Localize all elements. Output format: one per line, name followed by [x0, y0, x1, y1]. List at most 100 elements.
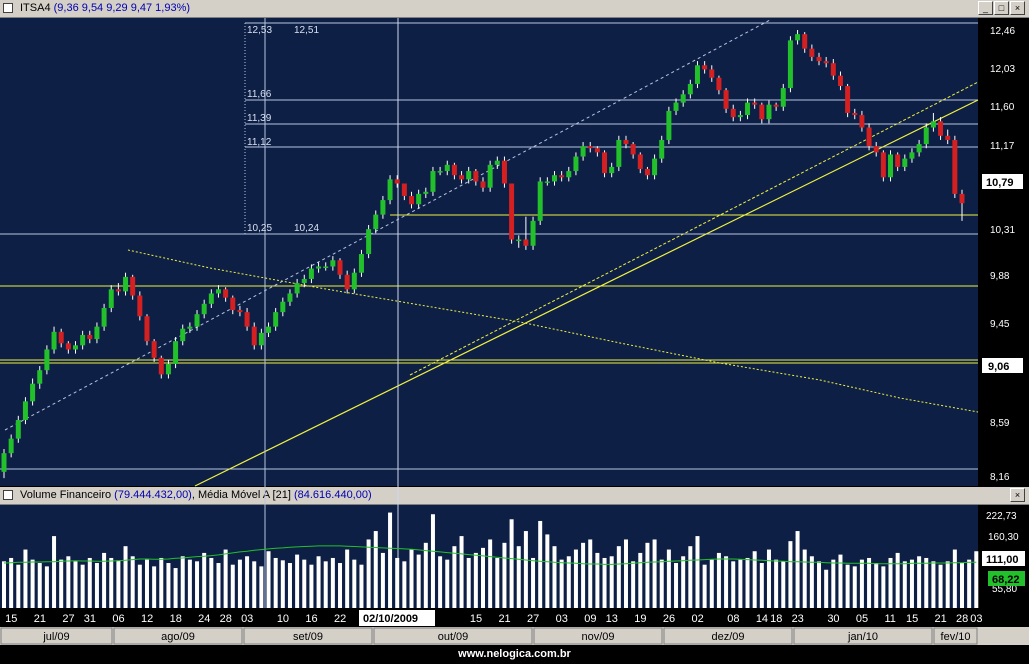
volume-bar[interactable] — [130, 556, 135, 608]
candle-body[interactable] — [208, 293, 214, 304]
volume-bar[interactable] — [473, 552, 478, 608]
candle[interactable] — [666, 106, 672, 145]
volume-bar[interactable] — [252, 561, 257, 608]
volume-bar[interactable] — [37, 563, 42, 608]
volume-bar[interactable] — [867, 557, 872, 608]
candle-body[interactable] — [530, 220, 536, 246]
volume-bar[interactable] — [266, 551, 271, 608]
volume-bar[interactable] — [488, 539, 493, 608]
candle-body[interactable] — [623, 139, 629, 145]
volume-bar[interactable] — [716, 552, 721, 608]
candle-body[interactable] — [44, 349, 50, 371]
candle-body[interactable] — [888, 154, 894, 178]
volume-bar[interactable] — [144, 559, 149, 608]
candle-body[interactable] — [745, 102, 751, 116]
candle-body[interactable] — [1, 453, 7, 472]
volume-bar[interactable] — [352, 559, 357, 608]
volume-bar[interactable] — [16, 564, 21, 608]
candle[interactable] — [509, 183, 515, 244]
volume-bar[interactable] — [459, 536, 464, 608]
candle-body[interactable] — [273, 312, 279, 327]
candle-body[interactable] — [223, 289, 229, 298]
candle-body[interactable] — [430, 171, 436, 192]
candle-body[interactable] — [8, 438, 14, 454]
candle-body[interactable] — [330, 260, 336, 267]
volume-bar[interactable] — [702, 564, 707, 608]
candle-body[interactable] — [709, 69, 715, 78]
volume-bar[interactable] — [774, 559, 779, 608]
volume-bar[interactable] — [859, 559, 864, 608]
candle-body[interactable] — [652, 158, 658, 176]
volume-bar[interactable] — [445, 559, 450, 608]
candle-body[interactable] — [237, 310, 243, 313]
volume-bar[interactable] — [595, 552, 600, 608]
candle[interactable] — [144, 314, 150, 346]
candle[interactable] — [387, 175, 393, 205]
volume-bar[interactable] — [481, 547, 485, 608]
volume-bar[interactable] — [909, 559, 914, 608]
candle-body[interactable] — [494, 160, 500, 165]
volume-bar[interactable] — [330, 557, 335, 608]
volume-bar[interactable] — [423, 542, 428, 608]
volume-bar[interactable] — [438, 556, 443, 608]
candle[interactable] — [44, 345, 50, 375]
volume-bar[interactable] — [852, 566, 857, 608]
volume-bar[interactable] — [581, 542, 586, 608]
candle-body[interactable] — [809, 48, 815, 57]
volume-bar[interactable] — [531, 557, 536, 608]
candle-body[interactable] — [451, 164, 457, 176]
candle-body[interactable] — [194, 314, 200, 327]
candle[interactable] — [787, 36, 793, 93]
candle[interactable] — [487, 160, 493, 192]
volume-bar[interactable] — [187, 559, 192, 608]
candle-body[interactable] — [22, 401, 28, 420]
volume-bar[interactable] — [452, 546, 457, 608]
candle-body[interactable] — [752, 102, 758, 105]
candle-body[interactable] — [459, 175, 465, 180]
volume-bar[interactable] — [952, 549, 957, 608]
volume-bar[interactable] — [931, 561, 936, 608]
volume-bar[interactable] — [309, 564, 314, 608]
candle-body[interactable] — [716, 77, 722, 91]
candle-body[interactable] — [795, 34, 801, 41]
candle-body[interactable] — [880, 152, 886, 178]
volume-bar[interactable] — [237, 559, 242, 608]
candle-body[interactable] — [101, 307, 107, 327]
candle-body[interactable] — [351, 272, 357, 290]
candle-body[interactable] — [930, 121, 936, 128]
candle-body[interactable] — [551, 175, 557, 182]
volume-bar[interactable] — [380, 552, 385, 608]
candle[interactable] — [430, 166, 436, 196]
volume-bar[interactable] — [759, 563, 764, 608]
candle-body[interactable] — [587, 146, 593, 149]
candle-body[interactable] — [165, 363, 171, 375]
volume-bar[interactable] — [345, 549, 350, 608]
candle-body[interactable] — [380, 200, 386, 215]
volume-bar[interactable] — [173, 568, 178, 608]
volume-bar[interactable] — [295, 554, 300, 608]
volume-bar[interactable] — [938, 564, 943, 608]
volume-bar[interactable] — [202, 552, 207, 608]
volume-bar[interactable] — [502, 542, 507, 608]
volume-bar[interactable] — [681, 556, 686, 608]
volume-bar[interactable] — [137, 564, 142, 608]
candle-body[interactable] — [416, 193, 422, 205]
candle-body[interactable] — [366, 229, 372, 255]
candle-body[interactable] — [344, 274, 350, 290]
candle-body[interactable] — [580, 146, 586, 157]
volume-bar[interactable] — [623, 539, 628, 608]
candle-body[interactable] — [702, 65, 708, 70]
candle-body[interactable] — [287, 293, 293, 302]
candle[interactable] — [616, 135, 622, 172]
volume-bar[interactable] — [659, 559, 664, 608]
candle-body[interactable] — [137, 295, 143, 317]
volume-bar[interactable] — [616, 546, 621, 608]
candle-body[interactable] — [130, 276, 136, 296]
volume-bar[interactable] — [52, 536, 57, 608]
volume-bar[interactable] — [9, 557, 14, 608]
candle-body[interactable] — [266, 326, 272, 333]
volume-bar[interactable] — [924, 557, 929, 608]
candle-body[interactable] — [594, 148, 600, 153]
candle-body[interactable] — [687, 83, 693, 95]
volume-bar[interactable] — [559, 559, 564, 608]
